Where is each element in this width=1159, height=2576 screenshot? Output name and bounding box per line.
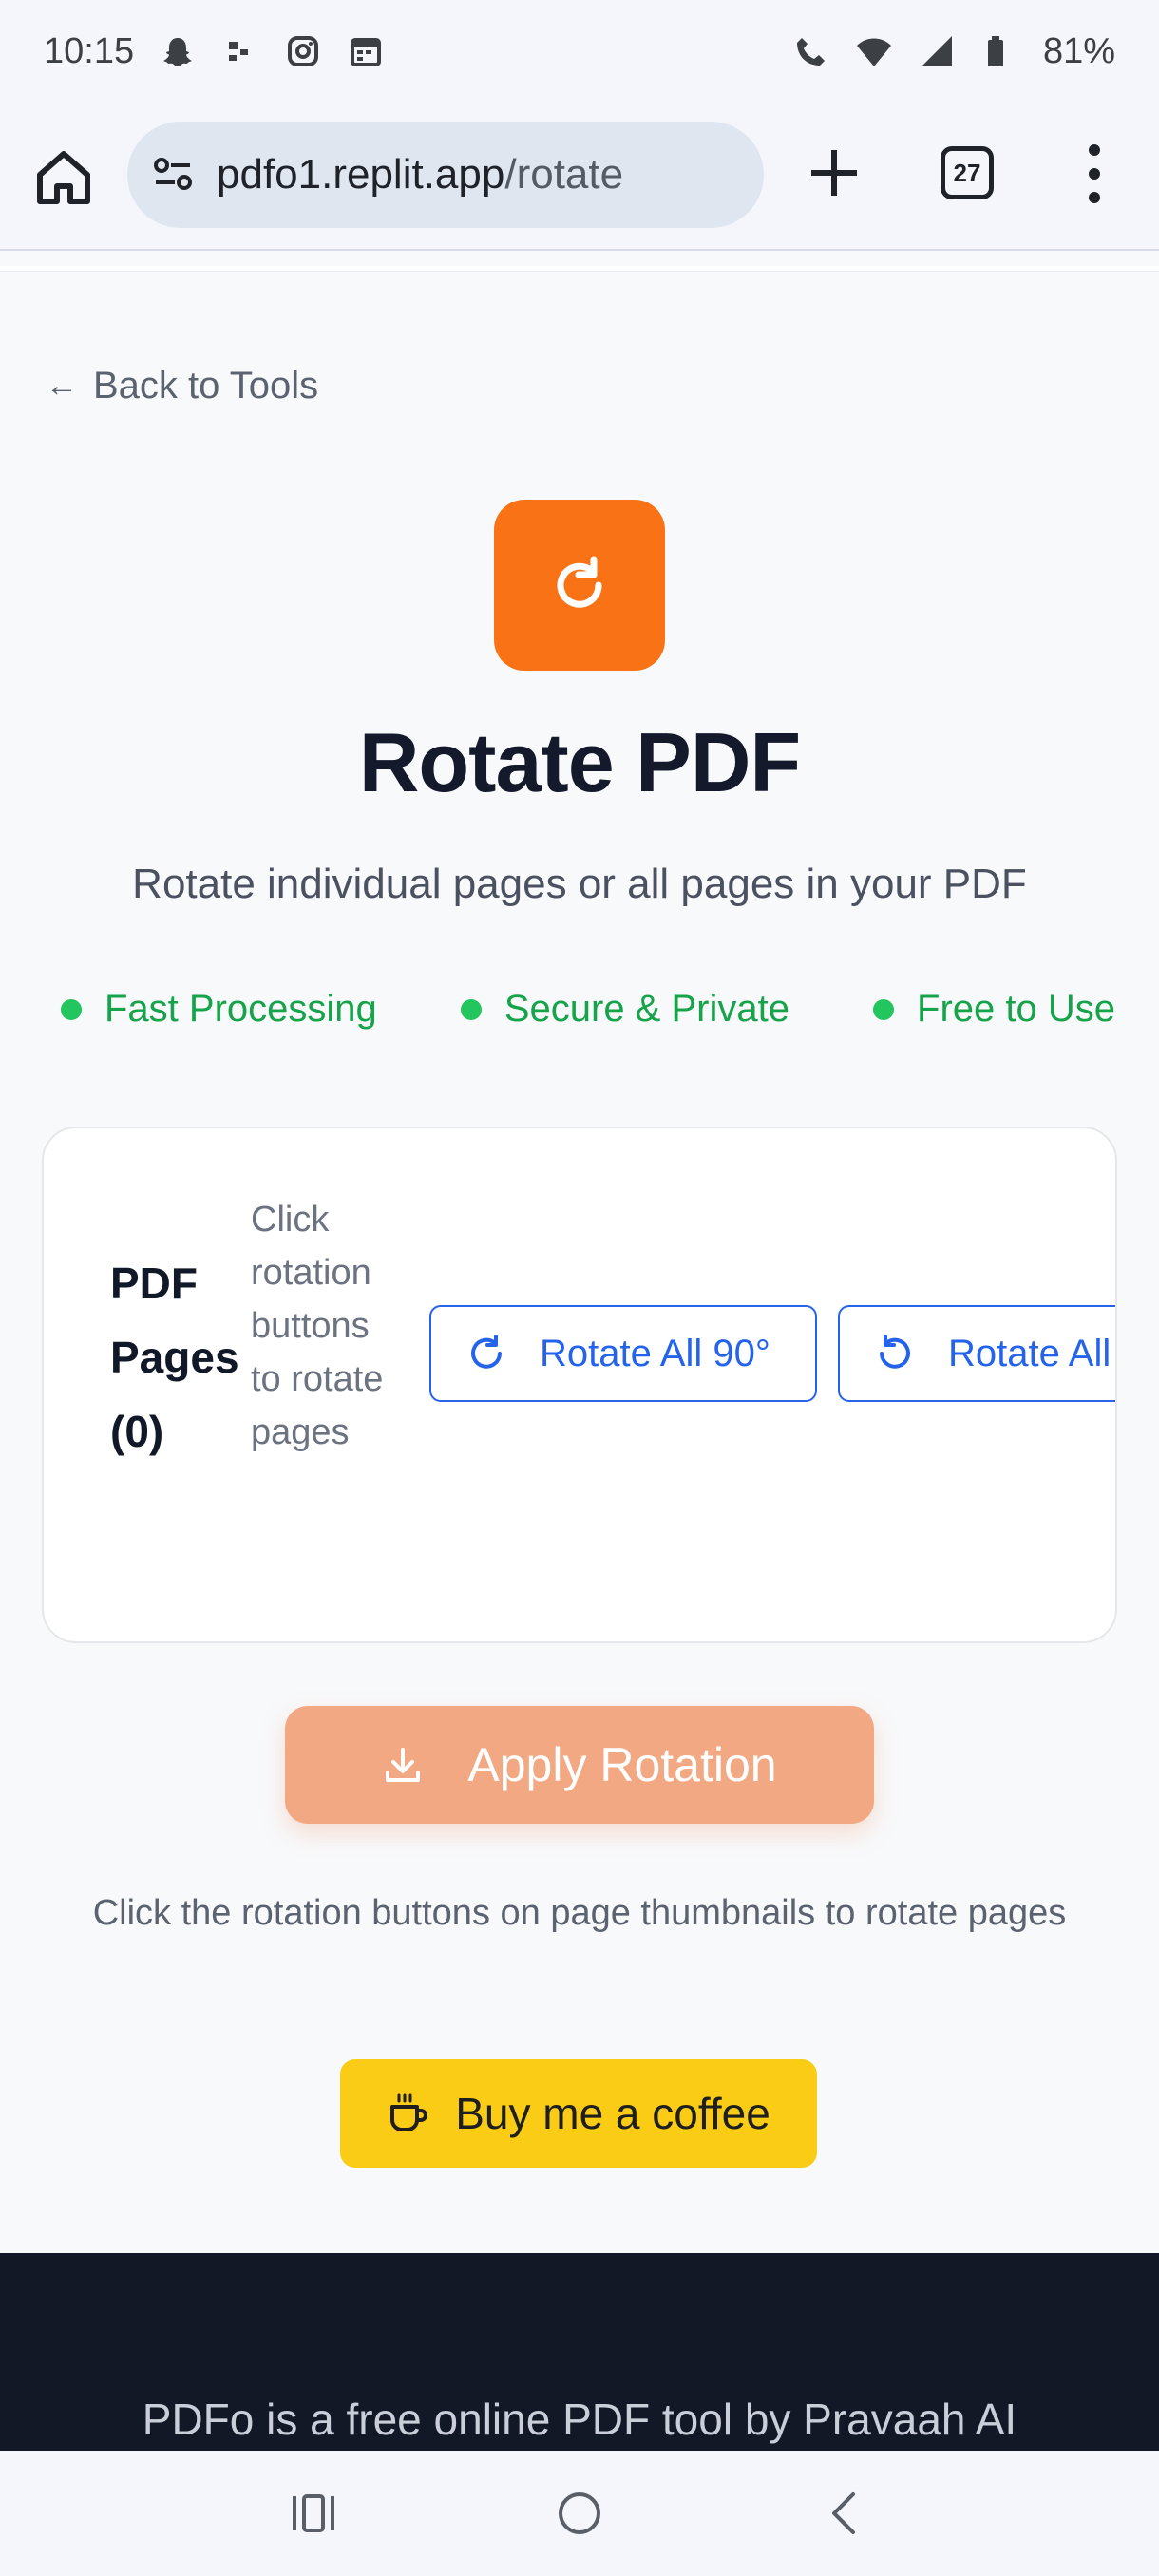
feature-label: Free to Use	[917, 988, 1115, 1030]
back-chevron-icon[interactable]	[817, 2485, 874, 2542]
rotate-clockwise-icon	[471, 1335, 502, 1369]
wifi-call-icon	[792, 32, 830, 70]
signal-icon	[918, 32, 956, 70]
pdf-pages-card: PDF Pages (0) Click rotation buttons to …	[42, 1127, 1117, 1643]
site-settings-icon[interactable]	[150, 152, 196, 198]
page-header-divider	[0, 266, 1159, 272]
page-title: Rotate PDF	[358, 715, 801, 809]
feature-item: Secure & Private	[460, 988, 789, 1031]
coffee-cup-icon	[390, 2093, 428, 2131]
arrow-left-icon: ←	[46, 368, 78, 404]
address-bar[interactable]: pdfo1.replit.app/rotate	[127, 122, 764, 228]
url-domain: pdfo1.replit.app	[217, 151, 505, 198]
rotate-all-ccw-label: Rotate All -90°	[948, 1332, 1115, 1374]
rotate-all-cw-label: Rotate All 90°	[540, 1332, 770, 1374]
green-dot-icon	[460, 998, 482, 1020]
rotate-counterclockwise-icon	[880, 1335, 910, 1369]
battery-icon	[980, 32, 1018, 70]
system-navigation-bar	[0, 2451, 1159, 2576]
rotate-tool-icon	[494, 500, 665, 671]
page-content: ← Back to Tools Rotate PDF Rotate indivi…	[0, 251, 1159, 2451]
recent-apps-icon[interactable]	[285, 2485, 342, 2542]
tab-switcher-button[interactable]: 27	[940, 146, 994, 199]
home-icon[interactable]	[34, 148, 93, 207]
instagram-icon	[284, 32, 322, 70]
feature-item: Fast Processing	[61, 988, 377, 1031]
tab-count: 27	[953, 158, 981, 187]
pdf-pages-title: PDF Pages (0)	[110, 1259, 239, 1456]
feature-item: Free to Use	[873, 988, 1115, 1031]
rotation-hint-text: Click the rotation buttons on page thumb…	[92, 1893, 1067, 1933]
snapchat-icon	[159, 32, 197, 70]
apply-rotation-button[interactable]: Apply Rotation	[285, 1706, 874, 1824]
url-text[interactable]: pdfo1.replit.app/rotate	[217, 151, 623, 199]
new-tab-icon[interactable]	[804, 142, 864, 203]
home-circle-icon[interactable]	[551, 2485, 608, 2542]
browser-toolbar: pdfo1.replit.app/rotate 27	[0, 103, 1159, 251]
battery-percent: 81%	[1042, 30, 1115, 71]
back-link-label: Back to Tools	[93, 365, 319, 407]
buy-me-a-coffee-label: Buy me a coffee	[455, 2089, 770, 2138]
green-dot-icon	[61, 998, 82, 1020]
footer-text: PDFo is a free online PDF tool by Pravaa…	[142, 2395, 1017, 2444]
green-dot-icon	[873, 998, 895, 1020]
more-options-icon[interactable]	[1077, 141, 1112, 207]
status-bar: 10:15 81%	[0, 0, 1159, 103]
calendar-icon	[347, 32, 385, 70]
page-subtitle: Rotate individual pages or all pages in …	[132, 861, 1027, 907]
download-icon	[386, 1748, 421, 1782]
site-footer: PDFo is a free online PDF tool by Pravaa…	[0, 2253, 1159, 2451]
status-time: 10:15	[44, 30, 135, 71]
status-right: 81%	[792, 31, 1115, 72]
url-path: /rotate	[504, 151, 624, 198]
wifi-icon	[855, 32, 893, 70]
slack-icon	[221, 32, 259, 70]
feature-label: Secure & Private	[504, 988, 789, 1030]
feature-list: Fast Processing Secure & Private Free to…	[61, 988, 1115, 1031]
apply-rotation-label: Apply Rotation	[467, 1738, 777, 1791]
feature-label: Fast Processing	[104, 988, 377, 1030]
buy-me-a-coffee-button[interactable]: Buy me a coffee	[340, 2059, 817, 2168]
rotate-all-cw-button[interactable]: Rotate All 90°	[429, 1305, 817, 1402]
status-left: 10:15	[44, 31, 385, 72]
rotate-all-ccw-button[interactable]: Rotate All -90°	[838, 1305, 1115, 1402]
pdf-pages-hint: Click rotation buttons to rotate pages	[251, 1200, 384, 1452]
back-to-tools-link[interactable]: ← Back to Tools	[46, 365, 318, 407]
